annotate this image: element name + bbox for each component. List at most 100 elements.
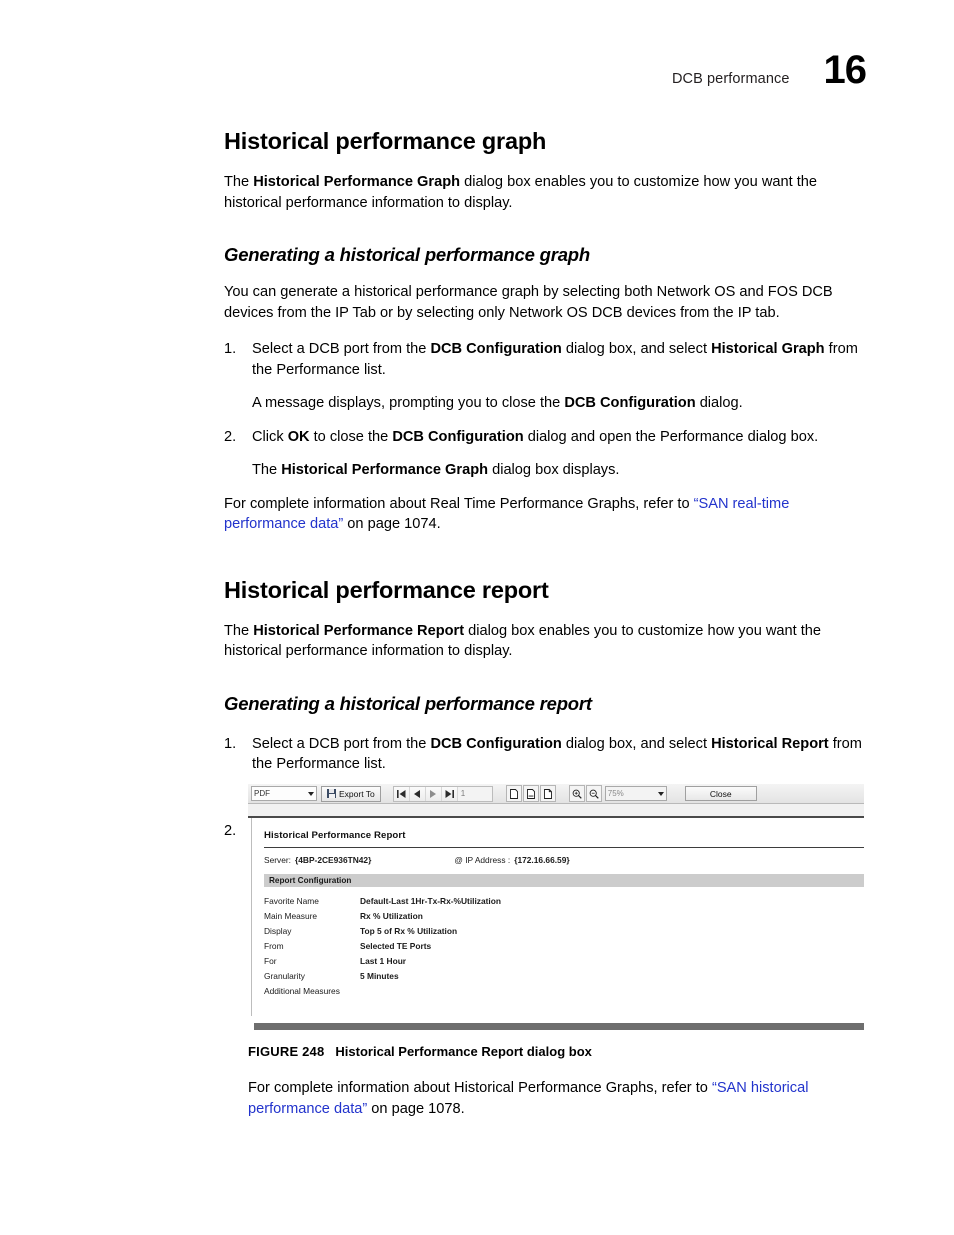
report-intro-paragraph: The Historical Performance Report dialog… — [224, 621, 868, 662]
previous-page-icon — [414, 789, 421, 798]
config-key: For — [264, 956, 277, 966]
ip-address-group: @ IP Address : {172.16.66.59} — [454, 855, 569, 865]
graph-step-2-d: dialog and open the Performance dialog b… — [523, 428, 819, 445]
zoom-out-icon — [589, 789, 599, 799]
report-step-1-a: Select a DCB port from the — [252, 735, 431, 752]
graph-closing-paragraph: For complete information about Real Time… — [224, 494, 868, 535]
graph-step-2-note-c: dialog box displays. — [488, 462, 620, 478]
report-canvas: Historical Performance Report Server: {4… — [264, 818, 864, 1016]
table-row: Granularity 5 Minutes — [264, 969, 864, 984]
config-value: Top 5 of Rx % Utilization — [360, 926, 458, 936]
export-format-value: PDF — [254, 789, 270, 798]
report-configuration-band: Report Configuration — [264, 874, 864, 887]
graph-step-1: 1. Select a DCB port from the DCB Config… — [224, 339, 868, 380]
graph-steps-list: 1. Select a DCB port from the DCB Config… — [224, 339, 868, 481]
config-key: Display — [264, 926, 292, 936]
graph-step-2: 2. Click OK to close the DCB Configurati… — [224, 427, 868, 448]
subsection-heading-graph: Generating a historical performance grap… — [224, 244, 591, 265]
report-intro-pre: The — [224, 622, 254, 639]
config-value: 5 Minutes — [360, 971, 399, 981]
graph-step-1-note-a: A message displays, prompting you to clo… — [252, 395, 565, 411]
first-page-button[interactable] — [393, 786, 410, 801]
report-step-2-number: 2. — [224, 823, 237, 839]
zoom-out-button[interactable] — [585, 785, 602, 802]
graph-intro-bold: Historical Performance Graph — [253, 174, 461, 190]
page-underline-icon — [526, 788, 535, 799]
single-page-view-button[interactable] — [505, 785, 522, 802]
graph-step-2-bold-1: OK — [287, 428, 310, 445]
zoom-in-icon — [572, 789, 582, 799]
continuous-page-view-button[interactable] — [522, 785, 539, 802]
report-intro-bold: Historical Performance Report — [253, 622, 465, 639]
last-page-icon — [445, 789, 454, 798]
chevron-down-icon — [308, 791, 314, 796]
graph-step-2-note-bold: Historical Performance Graph — [281, 462, 489, 478]
next-page-button[interactable] — [425, 786, 442, 801]
export-format-select[interactable]: PDF — [251, 786, 317, 801]
zoom-controls-group: 75% — [568, 785, 667, 802]
graph-intro-pre: The — [224, 174, 254, 190]
page-icon — [509, 788, 518, 799]
server-value: {4BP-2CE936TN42} — [295, 855, 372, 865]
report-step-1: 1. Select a DCB port from the DCB Config… — [224, 734, 868, 775]
section-heading-graph: Historical performance graph — [224, 128, 547, 154]
close-button[interactable]: Close — [684, 786, 757, 801]
config-key: From — [264, 941, 284, 951]
report-viewer-toolbar: PDF Export To 1 75% Close — [248, 784, 864, 804]
graph-closing-a: For complete information about Real Time… — [224, 495, 694, 512]
chevron-down-icon — [657, 791, 664, 796]
next-page-icon — [430, 789, 437, 798]
export-to-button[interactable]: Export To — [321, 785, 381, 802]
subsection-heading-report: Generating a historical performance repo… — [224, 692, 592, 714]
header-title: DCB performance — [671, 71, 790, 87]
section-heading-report: Historical performance report — [224, 576, 549, 603]
server-label: Server: — [264, 855, 291, 865]
zoom-in-button[interactable] — [568, 785, 585, 802]
config-value: Rx % Utilization — [360, 911, 423, 921]
report-step-1-bold-2: Historical Report — [711, 735, 829, 752]
vertical-scrollbar-track[interactable] — [251, 818, 252, 1016]
graph-step-1-bold-1: DCB Configuration — [430, 341, 562, 357]
report-closing-a: For complete information about Historica… — [248, 1080, 712, 1096]
table-row: For Last 1 Hour — [264, 954, 864, 969]
table-row: Main Measure Rx % Utilization — [264, 909, 864, 924]
config-value: Last 1 Hour — [360, 956, 407, 966]
graph-step-1-note-bold: DCB Configuration — [564, 395, 696, 411]
config-key: Main Measure — [264, 911, 318, 921]
previous-page-button[interactable] — [409, 786, 426, 801]
export-to-label: Export To — [339, 788, 375, 799]
config-key: Granularity — [264, 971, 305, 981]
config-key: Additional Measures — [264, 986, 340, 996]
page-number-input[interactable]: 1 — [457, 786, 492, 801]
last-page-button[interactable] — [441, 786, 458, 801]
graph-step-1-number: 1. — [224, 341, 237, 357]
graph-step-2-number: 2. — [224, 428, 237, 445]
zoom-level-value: 75% — [607, 789, 624, 798]
table-row: Additional Measures — [264, 984, 864, 999]
figure-caption-text: Historical Performance Report dialog box — [335, 1044, 592, 1059]
zoom-level-select[interactable]: 75% — [604, 786, 667, 801]
report-viewer-body: Historical Performance Report Server: {4… — [248, 818, 864, 1030]
table-row: Display Top 5 of Rx % Utilization — [264, 924, 864, 939]
graph-step-1-bold-2: Historical Graph — [711, 341, 825, 357]
report-title-rule — [264, 847, 864, 848]
report-step-1-bold-1: DCB Configuration — [430, 735, 562, 752]
figure-caption: FIGURE 248 Historical Performance Report… — [248, 1044, 592, 1059]
horizontal-scrollbar[interactable] — [254, 1023, 864, 1030]
graph-step-2-bold-2: DCB Configuration — [392, 428, 524, 445]
report-title: Historical Performance Report — [264, 830, 406, 841]
report-closing-b: on page 1078. — [367, 1100, 465, 1117]
graph-step-2-note: The Historical Performance Graph dialog … — [224, 460, 868, 481]
page-folded-corner-icon — [543, 788, 552, 799]
report-closing-paragraph: For complete information about Historica… — [248, 1078, 868, 1119]
graph-step-1-note: A message displays, prompting you to clo… — [224, 393, 868, 414]
ip-address-label: @ IP Address : — [454, 855, 511, 865]
table-row: Favorite Name Default-Last 1Hr-Tx-Rx-%Ut… — [264, 894, 864, 909]
facing-page-view-button[interactable] — [539, 785, 556, 802]
chapter-number: 16 — [823, 48, 867, 92]
report-step-1-number: 1. — [224, 735, 237, 752]
page-view-group — [505, 785, 556, 802]
first-page-icon — [396, 789, 406, 798]
config-key: Favorite Name — [264, 896, 319, 906]
graph-closing-b: on page 1074. — [343, 516, 441, 532]
